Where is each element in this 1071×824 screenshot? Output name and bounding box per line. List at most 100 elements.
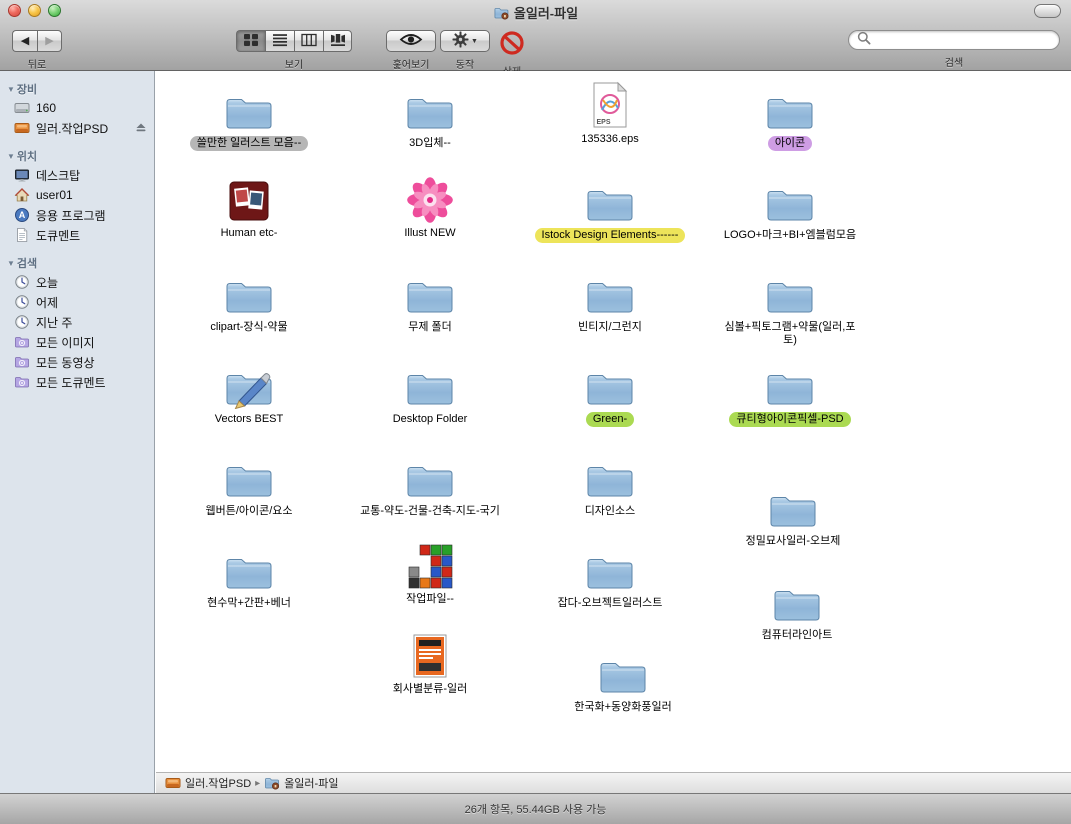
file-grid[interactable]: 쓸만한 일러스트 모음-- 3D입체-- EPS 135336.eps 아이콘 Human… [156, 71, 1071, 772]
file-item[interactable]: clipart-장식-약물 [169, 271, 329, 335]
file-item[interactable]: LOGO+마크+BI+엠블럼모음 [710, 179, 870, 243]
sidebar-item[interactable]: 모든 동영상 [0, 352, 154, 372]
icon-view-button[interactable] [236, 30, 265, 52]
file-item[interactable]: 무제 폴더 [350, 271, 510, 335]
file-item[interactable]: 심볼+픽토그램+약물(일러,포토) [710, 271, 870, 348]
sidebar-section-header[interactable]: ▼검색 [0, 254, 154, 272]
clock-icon [14, 314, 31, 330]
search-group: 검색 [848, 30, 1060, 69]
file-item[interactable]: Istock Design Elements------ [530, 179, 690, 243]
sidebar-item-label: 160 [36, 101, 56, 115]
pathbar-item[interactable]: 올일러-파일 [264, 775, 338, 791]
file-item[interactable]: EPS 135336.eps [530, 83, 690, 147]
file-item[interactable]: 한국화+동양화풍일러 [543, 651, 703, 715]
file-item[interactable]: 컴퓨터라인아트 [717, 579, 877, 643]
sidebar-item[interactable]: 오늘 [0, 272, 154, 292]
column-view-button[interactable] [294, 30, 323, 52]
sidebar-item-label: 오늘 [36, 274, 58, 291]
delete-button[interactable] [499, 30, 525, 59]
toolbar-toggle-pill[interactable] [1034, 4, 1061, 18]
sidebar-item[interactable]: 지난 주 [0, 312, 154, 332]
close-button[interactable] [8, 4, 21, 17]
sidebar-item-label: 지난 주 [36, 314, 72, 331]
file-item[interactable]: 3D입체-- [350, 87, 510, 151]
sidebar-section-header[interactable]: ▼장비 [0, 80, 154, 98]
sidebar-sections: ▼장비 160 일러.작업PSD ▼위치데스크탑user01A응용 프로그램도큐멘트 ▼… [0, 80, 154, 392]
clock-icon [14, 294, 31, 310]
eject-button[interactable] [134, 120, 148, 137]
pathbar-item[interactable]: 일러.작업PSD [165, 775, 251, 791]
file-item[interactable]: 디자인소스 [530, 455, 690, 519]
sidebar-item[interactable]: 모든 도큐멘트 [0, 372, 154, 392]
list-view-button[interactable] [265, 30, 294, 52]
quicklook-label: 훑어보기 [386, 56, 436, 71]
disclosure-triangle-icon[interactable]: ▼ [7, 259, 15, 268]
file-label: 135336.eps [530, 132, 690, 147]
folder-icon [710, 271, 870, 317]
action-label: 동작 [440, 56, 490, 71]
file-item[interactable]: 잡다-오브젝트일러스트 [530, 547, 690, 611]
file-item[interactable]: Vectors BEST [169, 363, 329, 427]
sidebar-item[interactable]: 데스크탑 [0, 165, 154, 185]
file-item[interactable]: Green- [530, 363, 690, 427]
file-item[interactable]: 회사별분류-일러 [350, 633, 510, 697]
smart-icon [14, 334, 31, 350]
action-button[interactable]: ▼ [440, 30, 490, 52]
minimize-button[interactable] [28, 4, 41, 17]
coverflow-view-button[interactable] [323, 30, 352, 52]
file-item[interactable]: 큐티형아이콘픽셀-PSD [710, 363, 870, 427]
file-item[interactable]: 쓸만한 일러스트 모음-- [169, 87, 329, 151]
sidebar-item[interactable]: 일러.작업PSD [0, 118, 154, 138]
sidebar-item[interactable]: user01 [0, 185, 154, 205]
file-label: Vectors BEST [169, 412, 329, 427]
sidebar-section-header[interactable]: ▼위치 [0, 147, 154, 165]
apps-icon: A [14, 207, 31, 223]
file-item[interactable]: 빈티지/그런지 [530, 271, 690, 335]
icon-view-icon [243, 33, 259, 50]
folder-icon [350, 271, 510, 317]
sidebar-item[interactable]: A응용 프로그램 [0, 205, 154, 225]
file-item[interactable]: 웹버튼/아이콘/요소 [169, 455, 329, 519]
file-label: 큐티형아이콘픽셀-PSD [710, 412, 870, 427]
file-label: 아이콘 [710, 136, 870, 151]
file-item[interactable]: Human etc- [169, 177, 329, 241]
disclosure-triangle-icon[interactable]: ▼ [7, 85, 15, 94]
file-item[interactable]: 작업파일-- [350, 543, 510, 607]
file-item[interactable]: 교통-약도-건물-건축-지도-국기 [350, 455, 510, 519]
sidebar-item[interactable]: 어제 [0, 292, 154, 312]
view-switcher [236, 30, 352, 52]
file-label: LOGO+마크+BI+엠블럼모음 [710, 228, 870, 243]
sidebar-item[interactable]: 160 [0, 98, 154, 118]
search-input[interactable] [875, 34, 1051, 46]
orangedoc-icon [350, 633, 510, 679]
file-item[interactable]: 아이콘 [710, 87, 870, 151]
title-bar[interactable]: 올일러-파일 [0, 0, 1071, 22]
view-group: 보기 [236, 30, 352, 71]
file-label: 잡다-오브젝트일러스트 [530, 596, 690, 611]
eye-icon [399, 32, 423, 50]
sidebar-item[interactable]: 도큐멘트 [0, 225, 154, 245]
search-label: 검색 [848, 54, 1060, 69]
file-item[interactable]: Illust NEW [350, 177, 510, 241]
eps-icon: EPS [530, 83, 690, 129]
file-item[interactable]: 현수막+간판+베너 [169, 547, 329, 611]
prohibition-icon [499, 44, 525, 59]
file-label: 웹버튼/아이콘/요소 [169, 504, 329, 519]
sidebar-item[interactable]: 모든 이미지 [0, 332, 154, 352]
svg-text:EPS: EPS [597, 119, 611, 126]
file-label: Green- [530, 412, 690, 427]
zoom-button[interactable] [48, 4, 61, 17]
back-button[interactable]: ◀ [12, 30, 37, 52]
forward-button[interactable]: ▶ [37, 30, 62, 52]
file-item[interactable]: 정밀묘사일러-오브제 [713, 485, 873, 549]
disclosure-triangle-icon[interactable]: ▼ [7, 152, 15, 161]
status-bar: 26개 항목, 55.44GB 사용 가능 [0, 793, 1071, 824]
file-label: 교통-약도-건물-건축-지도-국기 [350, 504, 510, 519]
file-label: 무제 폴더 [350, 320, 510, 335]
file-item[interactable]: Desktop Folder [350, 363, 510, 427]
sidebar-item-label: 어제 [36, 294, 58, 311]
search-field[interactable] [848, 30, 1060, 50]
file-label: 디자인소스 [530, 504, 690, 519]
quicklook-button[interactable] [386, 30, 436, 52]
file-label: 한국화+동양화풍일러 [543, 700, 703, 715]
